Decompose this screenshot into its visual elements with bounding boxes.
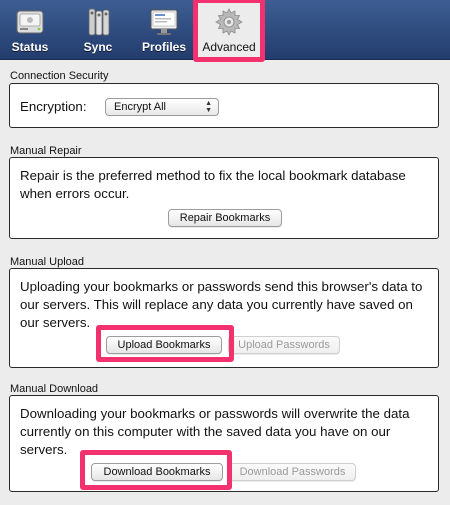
tab-advanced[interactable]: Advanced — [196, 0, 262, 60]
advanced-gear-icon — [215, 8, 243, 36]
encryption-label: Encryption: — [20, 99, 87, 114]
manual-upload-title: Manual Upload — [10, 256, 84, 268]
tab-sync[interactable]: Sync — [76, 0, 120, 60]
manual-upload-group: Uploading your bookmarks or passwords se… — [9, 268, 439, 368]
tab-profiles-label: Profiles — [141, 40, 186, 54]
manual-repair-title: Manual Repair — [10, 145, 82, 157]
encryption-select[interactable]: Encrypt All ▲ ▼ — [105, 98, 219, 116]
manual-download-group: Downloading your bookmarks or passwords … — [9, 395, 439, 492]
manual-repair-group: Repair is the preferred method to fix th… — [9, 157, 439, 239]
status-drive-icon — [16, 10, 44, 34]
tab-status-label: Status — [11, 40, 49, 54]
upload-bookmarks-button[interactable]: Upload Bookmarks — [106, 336, 222, 354]
sync-keys-icon — [88, 8, 110, 36]
encryption-select-value: Encrypt All — [114, 101, 166, 113]
select-arrows-icon: ▲ ▼ — [205, 100, 212, 114]
manual-download-text: Downloading your bookmarks or passwords … — [20, 406, 410, 457]
tab-profiles[interactable]: Profiles — [140, 0, 188, 60]
download-passwords-button[interactable]: Download Passwords — [229, 463, 356, 481]
preferences-toolbar: Status Sync Profiles Advanced — [0, 0, 450, 60]
upload-passwords-button[interactable]: Upload Passwords — [228, 336, 340, 354]
tab-sync-label: Sync — [83, 40, 113, 54]
download-bookmarks-button[interactable]: Download Bookmarks — [91, 463, 223, 481]
connection-security-group: Encryption: Encrypt All ▲ ▼ — [9, 83, 439, 128]
tab-status[interactable]: Status — [6, 0, 54, 60]
manual-download-title: Manual Download — [10, 383, 99, 395]
manual-repair-text: Repair is the preferred method to fix th… — [20, 168, 406, 201]
manual-upload-text: Uploading your bookmarks or passwords se… — [20, 279, 423, 330]
connection-security-title: Connection Security — [10, 70, 109, 82]
tab-advanced-label: Advanced — [202, 40, 256, 54]
profiles-monitor-icon — [150, 9, 178, 35]
repair-bookmarks-button[interactable]: Repair Bookmarks — [168, 209, 282, 227]
